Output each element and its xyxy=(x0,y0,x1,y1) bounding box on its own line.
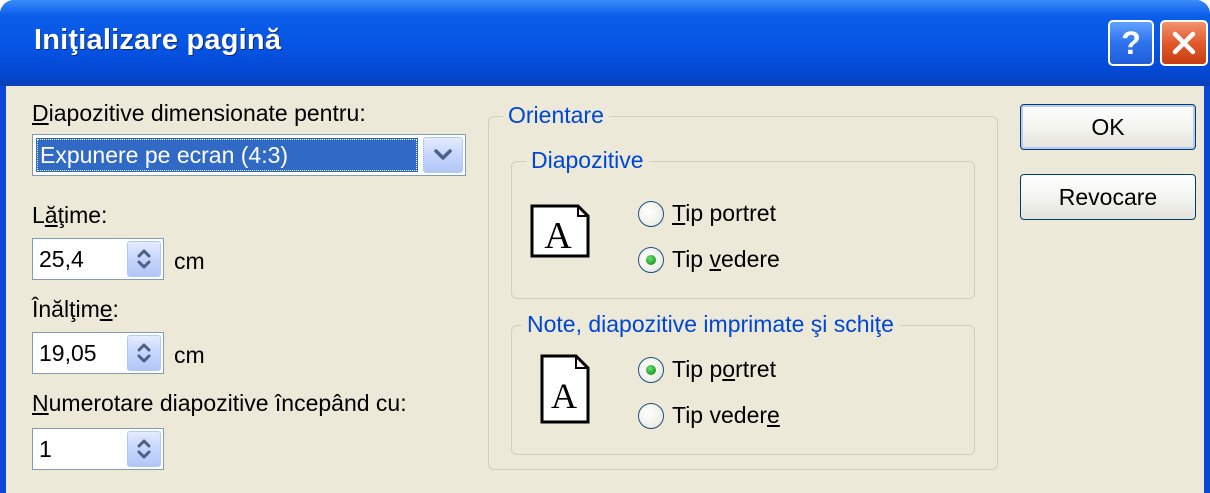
height-spinner[interactable]: 19,05 xyxy=(32,332,164,374)
width-spin-buttons[interactable] xyxy=(127,241,161,277)
width-unit: cm xyxy=(174,248,205,274)
orientation-legend: Orientare xyxy=(503,102,609,129)
slides-orientation-legend: Diapozitive xyxy=(526,147,649,174)
page-glyph: A xyxy=(551,376,577,416)
notes-portrait-label: Tip portret xyxy=(672,356,776,382)
numbering-input[interactable]: 1 xyxy=(39,429,52,469)
slides-landscape-label: Tip vedere xyxy=(672,246,780,272)
notes-landscape-option[interactable]: Tip vedere xyxy=(638,402,780,429)
spin-arrows-icon xyxy=(137,343,151,363)
numbering-label: Numerotare diapozitive începând cu: xyxy=(32,390,407,416)
dialog-window: Iniţializare pagină ? Diapozitive dimens… xyxy=(0,0,1210,493)
title-bar[interactable]: Iniţializare pagină ? xyxy=(0,0,1210,86)
dropdown-button[interactable] xyxy=(423,137,463,173)
slide-size-label: Diapozitive dimensionate pentru: xyxy=(32,100,366,126)
close-icon xyxy=(1172,31,1196,55)
spin-arrows-icon xyxy=(137,249,151,269)
chevron-down-icon xyxy=(434,149,452,160)
slides-portrait-option[interactable]: Tip portret xyxy=(638,200,776,227)
portrait-page-icon: A xyxy=(540,354,590,424)
height-label: Înălţime: xyxy=(32,296,119,322)
landscape-page-icon: A xyxy=(530,204,590,258)
notes-portrait-option[interactable]: Tip portret xyxy=(638,356,776,383)
ok-button[interactable]: OK xyxy=(1020,104,1196,150)
notes-landscape-label: Tip vedere xyxy=(672,402,780,428)
close-button[interactable] xyxy=(1160,20,1208,66)
dialog-title: Iniţializare pagină xyxy=(34,24,282,56)
notes-orientation-legend: Note, diapozitive imprimate şi schiţe xyxy=(522,311,899,338)
radio-selected-dot xyxy=(646,254,656,265)
width-label: Lăţime: xyxy=(32,202,108,228)
notes-landscape-radio[interactable] xyxy=(638,402,664,429)
height-spin-buttons[interactable] xyxy=(127,335,161,371)
numbering-spinner[interactable]: 1 xyxy=(32,428,164,470)
orientation-group: Orientare Diapozitive A Tip portret Tip … xyxy=(488,102,998,470)
width-spinner[interactable]: 25,4 xyxy=(32,238,164,280)
slides-portrait-label: Tip portret xyxy=(672,200,776,226)
notes-portrait-radio[interactable] xyxy=(638,356,664,383)
page-glyph: A xyxy=(544,215,572,257)
cancel-button[interactable]: Revocare xyxy=(1020,174,1196,220)
slide-size-selected-value: Expunere pe ecran (4:3) xyxy=(36,138,418,172)
help-button[interactable]: ? xyxy=(1108,20,1154,66)
slides-portrait-radio[interactable] xyxy=(638,200,664,227)
slides-landscape-radio[interactable] xyxy=(638,246,664,273)
slide-size-dropdown[interactable]: Expunere pe ecran (4:3) xyxy=(32,134,466,176)
notes-orientation-group: Note, diapozitive imprimate şi schiţe A … xyxy=(511,311,975,455)
height-unit: cm xyxy=(174,342,205,368)
slides-landscape-option[interactable]: Tip vedere xyxy=(638,246,780,273)
radio-selected-dot xyxy=(646,364,656,375)
dialog-client-area: Diapozitive dimensionate pentru: Expuner… xyxy=(6,86,1204,493)
width-input[interactable]: 25,4 xyxy=(39,239,84,279)
help-icon: ? xyxy=(1121,24,1141,61)
height-input[interactable]: 19,05 xyxy=(39,333,97,373)
numbering-spin-buttons[interactable] xyxy=(127,431,161,467)
spin-arrows-icon xyxy=(137,439,151,459)
slides-orientation-group: Diapozitive A Tip portret Tip vedere xyxy=(511,147,975,299)
